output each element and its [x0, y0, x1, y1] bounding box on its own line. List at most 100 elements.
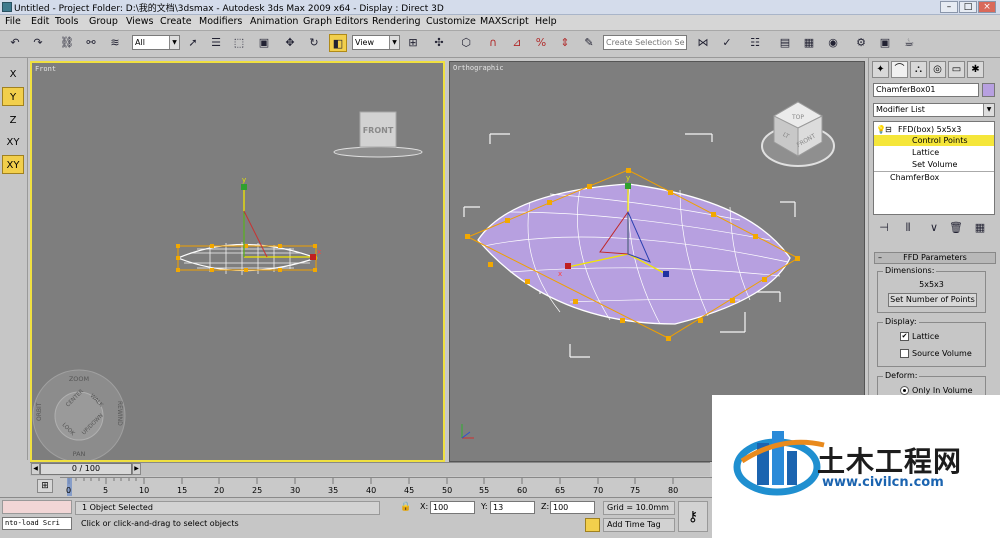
viewcube[interactable]: TOP FRONT LT: [761, 101, 835, 167]
constrain-plane-button[interactable]: XY: [2, 155, 24, 174]
time-tag-icon[interactable]: [585, 518, 600, 532]
hierarchy-tab-icon[interactable]: ⛬: [910, 61, 927, 78]
modify-tab-icon[interactable]: ⌒: [891, 61, 908, 78]
window-crossing-icon[interactable]: ▣: [255, 34, 273, 52]
menu-group[interactable]: Group: [89, 16, 118, 27]
redo-icon[interactable]: ↷: [29, 34, 47, 52]
menu-tools[interactable]: Tools: [55, 16, 78, 27]
spinner-snap-icon[interactable]: ⇕: [556, 34, 574, 52]
utilities-tab-icon[interactable]: ✱: [967, 61, 984, 78]
menu-maxscript[interactable]: MAXScript: [480, 16, 529, 27]
layer-manager-icon[interactable]: ☷: [746, 34, 764, 52]
pin-stack-icon[interactable]: ⊣: [875, 219, 893, 237]
selected-object-wireframe[interactable]: y x: [176, 176, 321, 275]
link-icon[interactable]: ⛓: [58, 34, 76, 52]
scale-icon[interactable]: ◧: [329, 34, 347, 52]
undo-icon[interactable]: ↶: [6, 34, 24, 52]
stack-item-chamferbox[interactable]: ChamferBox: [890, 172, 939, 183]
source-volume-checkbox[interactable]: [900, 349, 909, 358]
tick-label: 15: [177, 486, 188, 495]
mirror-icon[interactable]: ⋈: [694, 34, 712, 52]
object-name-field[interactable]: ChamferBox01: [873, 83, 979, 97]
close-button[interactable]: ×: [978, 1, 996, 13]
y-coord-field[interactable]: 13: [490, 501, 535, 514]
remove-modifier-icon[interactable]: 🗑: [947, 219, 965, 237]
edit-named-selection-icon[interactable]: ✎: [580, 34, 598, 52]
menu-file[interactable]: File: [5, 16, 21, 27]
track-bar[interactable]: 0 5 10 15 20 25 30 35 40 45 50 55 60 65 …: [60, 477, 712, 497]
rect-selection-icon[interactable]: ⬚: [230, 34, 248, 52]
maximize-button[interactable]: □: [959, 1, 977, 13]
dimensions-label: Dimensions:: [883, 266, 937, 275]
select-by-name-icon[interactable]: ☰: [207, 34, 225, 52]
move-icon[interactable]: ✥: [281, 34, 299, 52]
create-tab-icon[interactable]: ✦: [872, 61, 889, 78]
menu-views[interactable]: Views: [126, 16, 154, 27]
show-end-result-icon[interactable]: ⫴: [899, 219, 917, 237]
rendered-frame-icon[interactable]: ▣: [876, 34, 894, 52]
menu-help[interactable]: Help: [535, 16, 557, 27]
align-icon[interactable]: ✓: [718, 34, 736, 52]
manipulate-icon[interactable]: ✣: [430, 34, 448, 52]
material-editor-icon[interactable]: ◉: [824, 34, 842, 52]
lattice-checkbox[interactable]: ✔: [900, 332, 909, 341]
minimize-button[interactable]: –: [940, 1, 958, 13]
render-setup-icon[interactable]: ⚙: [852, 34, 870, 52]
select-object-icon[interactable]: ➚: [184, 34, 202, 52]
viewcube[interactable]: FRONT: [333, 111, 423, 158]
object-color-swatch[interactable]: [982, 83, 995, 97]
stack-item-ffd[interactable]: FFD(box) 5x5x3: [898, 124, 961, 135]
snap-toggle-icon[interactable]: ∩: [484, 34, 502, 52]
stack-item-control-points[interactable]: Control Points: [874, 135, 994, 146]
menu-customize[interactable]: Customize: [426, 16, 476, 27]
keyboard-shortcut-icon[interactable]: ⬡: [457, 34, 475, 52]
time-slider[interactable]: 0 / 100: [40, 463, 132, 475]
menu-modifiers[interactable]: Modifiers: [199, 16, 242, 27]
quick-render-icon[interactable]: ☕: [900, 34, 918, 52]
menu-edit[interactable]: Edit: [31, 16, 49, 27]
time-prev-icon[interactable]: ◀: [31, 463, 40, 475]
pivot-center-icon[interactable]: ⊞: [404, 34, 422, 52]
front-viewport[interactable]: Front FRONT y x ZOOM ORBIT CENTER WALK R…: [30, 61, 445, 462]
menu-create[interactable]: Create: [160, 16, 192, 27]
unlink-icon[interactable]: ⚯: [82, 34, 100, 52]
stack-item-lattice[interactable]: Lattice: [912, 147, 939, 158]
percent-snap-icon[interactable]: %: [532, 34, 550, 52]
motion-tab-icon[interactable]: ◎: [929, 61, 946, 78]
modifier-list-dropdown[interactable]: Modifier List ▼: [873, 103, 995, 117]
angle-snap-icon[interactable]: ⊿: [508, 34, 526, 52]
maxscript-listener-mini[interactable]: [2, 500, 72, 514]
selected-object-wireframe[interactable]: y x: [465, 168, 800, 341]
bind-space-warp-icon[interactable]: ≋: [106, 34, 124, 52]
make-unique-icon[interactable]: ∨: [925, 219, 943, 237]
display-tab-icon[interactable]: ▭: [948, 61, 965, 78]
maxscript-input[interactable]: nto-load Scri: [2, 517, 72, 530]
add-time-tag-button[interactable]: Add Time Tag: [603, 518, 675, 532]
constrain-xy-button[interactable]: XY: [2, 132, 24, 151]
steering-wheel[interactable]: ZOOM ORBIT CENTER WALK REWIND LOOK UP/DO…: [32, 369, 126, 460]
constrain-y-button[interactable]: Y: [2, 87, 24, 106]
schematic-view-icon[interactable]: ▦: [800, 34, 818, 52]
named-selection-set-input[interactable]: Create Selection Se: [603, 35, 687, 50]
stack-item-set-volume[interactable]: Set Volume: [912, 159, 957, 170]
menu-graph-editors[interactable]: Graph Editors: [303, 16, 368, 27]
menu-animation[interactable]: Animation: [250, 16, 298, 27]
constrain-x-button[interactable]: X: [2, 64, 24, 83]
configure-sets-icon[interactable]: ▦: [971, 219, 989, 237]
ffd-parameters-rollout[interactable]: – FFD Parameters: [874, 252, 996, 264]
x-coord-field[interactable]: 100: [430, 501, 475, 514]
rotate-icon[interactable]: ↻: [305, 34, 323, 52]
set-key-icon[interactable]: ⚷: [678, 501, 708, 532]
reference-coordinate-dropdown[interactable]: View ▼: [352, 35, 400, 50]
menu-rendering[interactable]: Rendering: [372, 16, 421, 27]
time-next-icon[interactable]: ▶: [132, 463, 141, 475]
set-number-of-points-button[interactable]: Set Number of Points: [888, 293, 977, 307]
collapse-icon[interactable]: ⊟: [885, 124, 892, 135]
mini-curve-editor-icon[interactable]: ⊞: [37, 479, 53, 493]
lock-selection-icon[interactable]: 🔒: [400, 501, 412, 514]
constrain-z-button[interactable]: Z: [2, 110, 24, 129]
only-in-volume-radio[interactable]: [900, 386, 909, 395]
z-coord-field[interactable]: 100: [550, 501, 595, 514]
selection-filter-dropdown[interactable]: All ▼: [132, 35, 180, 50]
curve-editor-icon[interactable]: ▤: [776, 34, 794, 52]
